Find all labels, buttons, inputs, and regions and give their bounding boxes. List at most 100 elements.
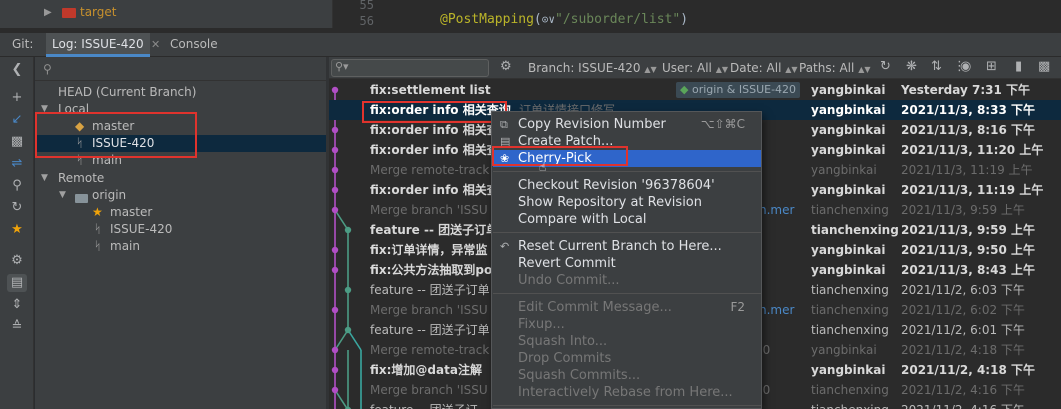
code-string: "/suborder/list" (555, 12, 681, 27)
endpoint-globe-icon[interactable]: ⊙∨ (542, 13, 555, 26)
local-group-row[interactable]: ▼ Local (35, 101, 326, 118)
tab-log[interactable]: Log: ISSUE-420 (46, 33, 150, 57)
close-icon[interactable]: ✕ (151, 38, 160, 51)
commit-message: Merge remote-track (370, 163, 490, 177)
branch-name: main (92, 153, 122, 167)
remote-branch-row[interactable]: ᛋ main (35, 238, 326, 255)
commit-author: tianchenxing (811, 203, 889, 217)
cherry-pick-icon[interactable]: ❋ (906, 59, 917, 74)
commit-message: fix:settlement list (370, 83, 491, 97)
menu-separator (493, 405, 761, 406)
branch-ref-label: origin & ISSUE-420 (691, 83, 797, 96)
trash-icon[interactable]: ▩ (7, 133, 27, 151)
commit-author: tianchenxing (811, 303, 889, 317)
remote-branch-row[interactable]: ★ master (35, 204, 326, 221)
user-filter[interactable]: User: All ▲▼ (662, 61, 728, 75)
menu-item-label: Revert Commit (518, 256, 616, 271)
menu-item-checkout-revision-96378604[interactable]: Checkout Revision '96378604' (493, 177, 761, 194)
menu-item-label: Compare with Local (518, 212, 647, 227)
eye-icon[interactable]: ◉ (960, 59, 971, 74)
reset-icon: ↶ (500, 240, 510, 253)
plus-icon[interactable]: + (7, 89, 27, 107)
menu-item-drop-commits[interactable]: Drop Commits (493, 350, 761, 367)
project-tree-row[interactable]: ▶ target (0, 0, 333, 28)
chevron-right-icon[interactable]: ▶ (44, 7, 52, 18)
gear-icon[interactable]: ⚙ (500, 59, 512, 74)
code-annotation: @PostMapping (440, 12, 534, 27)
star-icon[interactable]: ★ (7, 221, 27, 239)
date-filter-label: Date: All (730, 61, 782, 75)
chevron-left-icon[interactable]: ❮ (7, 61, 27, 79)
branch-row[interactable]: ᛋ main (35, 152, 326, 169)
menu-item-cherry-pick[interactable]: ❀ Cherry-Pick (493, 150, 761, 167)
commit-author: yangbinkai (811, 263, 886, 277)
chevron-down-icon[interactable]: ▼ (41, 170, 48, 187)
branch-name: ISSUE-420 (92, 136, 155, 150)
compare-icon[interactable]: ⇌ (7, 155, 27, 173)
menu-separator (493, 171, 761, 172)
menu-item-label: Undo Commit... (518, 273, 620, 288)
branch-row-selected[interactable]: ᛋ ISSUE-420 (35, 135, 326, 152)
branch-search-field[interactable]: ⚲ (35, 59, 326, 81)
cherry-pick-icon: ❀ (500, 152, 510, 165)
menu-item-edit-commit-message[interactable]: Edit Commit Message... F2 (493, 299, 761, 316)
menu-item-interactively-rebase-from-here[interactable]: Interactively Rebase from Here... (493, 384, 761, 401)
branch-ref-badge[interactable]: ◆ origin & ISSUE-420 (676, 82, 801, 98)
remote-branch-row[interactable]: ᛋ ISSUE-420 (35, 221, 326, 238)
remote-group-row[interactable]: ▼ Remote (35, 170, 326, 187)
paths-filter[interactable]: Paths: All ▲▼ (799, 61, 871, 75)
commit-author: yangbinkai (811, 183, 886, 197)
menu-item-reset-current-branch-to-here[interactable]: ↶ Reset Current Branch to Here... (493, 238, 761, 255)
refresh-icon[interactable]: ↻ (7, 199, 27, 217)
commit-row[interactable]: fix:settlement list ◆ origin & ISSUE-420 y… (329, 80, 1061, 100)
branch-row[interactable]: ◆ master (35, 118, 326, 135)
date-filter[interactable]: Date: All ▲▼ (730, 61, 798, 75)
pointer-cursor-icon: ☝ (539, 160, 547, 174)
commit-author: tianchenxing (811, 383, 889, 397)
menu-item-undo-commit[interactable]: Undo Commit... (493, 272, 761, 289)
origin-group-row[interactable]: ▼ origin (35, 187, 326, 204)
head-branch-row[interactable]: HEAD (Current Branch) (35, 84, 326, 101)
commit-author: yangbinkai (811, 363, 886, 377)
commit-message: feature -- 团送子订单 (370, 283, 490, 297)
commit-date: 2021/11/2, 6:01 下午 (901, 323, 1025, 337)
tag-icon: ◆ (680, 83, 692, 96)
branch-name: master (110, 205, 153, 219)
new-tab-icon[interactable]: ⊞ (986, 59, 997, 74)
commit-author: yangbinkai (811, 343, 877, 357)
menu-item-copy-revision-number[interactable]: ⧉ Copy Revision Number ⌥⇧⌘C (493, 116, 761, 133)
sort-icon[interactable]: ⇅ (931, 59, 942, 74)
search-icon[interactable]: ⚲ (7, 177, 27, 195)
code-line[interactable]: @PostMapping(⊙∨"/suborder/list") (440, 12, 688, 27)
menu-item-label: Interactively Rebase from Here... (518, 385, 733, 400)
git-left-toolbar: ❮ + ↙ ▩ ⇌ ⚲ ↻ ★ ⚙ ▤ ⇕ ≙ (0, 57, 34, 409)
commit-author: tianchenxing (811, 323, 889, 337)
expand-all-icon[interactable]: ⇕ (7, 296, 27, 314)
menu-item-fixup[interactable]: Fixup... (493, 316, 761, 333)
chevron-updown-icon: ▲▼ (715, 65, 729, 74)
gear-icon[interactable]: ⚙ (7, 252, 27, 270)
branch-filter[interactable]: Branch: ISSUE-420 ▲▼ (528, 61, 657, 75)
menu-item-squash-commits[interactable]: Squash Commits... (493, 367, 761, 384)
tag-icon: ◆ (75, 119, 85, 133)
menu-item-create-patch[interactable]: ▤ Create Patch... (493, 133, 761, 150)
diff-pane-icon[interactable]: ▩ (1038, 59, 1050, 74)
chevron-down-icon[interactable]: ▼ (41, 101, 48, 118)
refresh-icon[interactable]: ↻ (880, 59, 891, 74)
menu-item-label: Edit Commit Message... (518, 300, 672, 315)
chevron-down-icon[interactable]: ▼ (59, 187, 66, 204)
details-pane-icon[interactable]: ▮ (1015, 59, 1022, 74)
menu-separator (493, 232, 761, 233)
tab-console[interactable]: Console (170, 37, 218, 51)
menu-item-show-repository-at-revision[interactable]: Show Repository at Revision (493, 194, 761, 211)
menu-item-squash-into[interactable]: Squash Into... (493, 333, 761, 350)
menu-item-revert-commit[interactable]: Revert Commit (493, 255, 761, 272)
collapse-all-icon[interactable]: ≙ (7, 318, 27, 336)
commit-author: tianchenxing (811, 400, 889, 409)
commit-author: yangbinkai (811, 163, 877, 177)
commit-author: yangbinkai (811, 143, 886, 157)
preview-layout-icon[interactable]: ▤ (7, 274, 27, 292)
commit-message: Merge branch 'ISSU (370, 203, 488, 217)
update-arrow-icon[interactable]: ↙ (7, 111, 27, 129)
menu-item-compare-with-local[interactable]: Compare with Local (493, 211, 761, 228)
